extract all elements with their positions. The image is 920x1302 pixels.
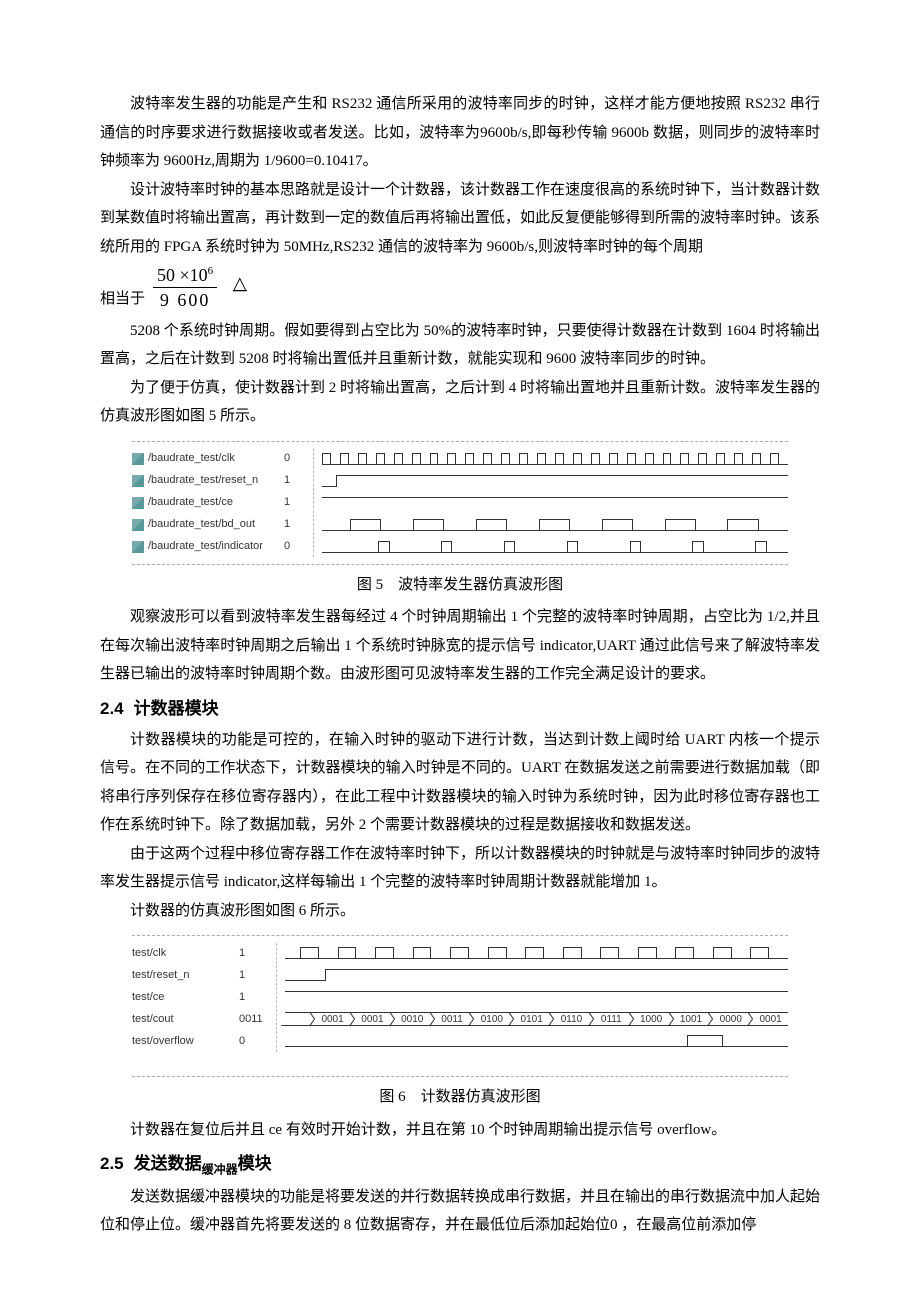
wave-init-value: 1 <box>237 943 277 964</box>
heading-2-4: 2.4 计数器模块 <box>100 693 820 725</box>
para-5208-cycles: 5208 个系统时钟周期。假如要得到占空比为 50%的波特率时钟，只要使得计数器… <box>100 317 820 374</box>
bus-value: 0010 <box>395 1012 430 1026</box>
wave-row: /baudrate_test/clk 0 <box>132 448 788 470</box>
wave-label: /baudrate_test/clk <box>132 448 282 469</box>
heading-title-post: 模块 <box>238 1154 272 1173</box>
para-observe-wave: 观察波形可以看到波特率发生器每经过 4 个时钟周期输出 1 个完整的波特率时钟周… <box>100 603 820 689</box>
wave-signal-name: /baudrate_test/bd_out <box>148 514 255 535</box>
formula-prefix: 相当于 <box>100 285 145 314</box>
figure-5-waveform: /baudrate_test/clk 0/baudrate_test/reset_… <box>132 441 788 565</box>
wave-label: test/cout <box>132 1009 237 1030</box>
wave-label: /baudrate_test/indicator <box>132 536 282 557</box>
wave-init-value: 1 <box>282 470 314 491</box>
wave-label: test/reset_n <box>132 965 237 986</box>
bus-value: 0001 <box>315 1012 350 1026</box>
figure-6-caption: 图 6 计数器仿真波形图 <box>100 1083 820 1112</box>
para-tx-buffer: 发送数据缓冲器模块的功能是将要发送的并行数据转换成串行数据，并且在输出的串行数据… <box>100 1183 820 1240</box>
heading-title-pre: 发送数据 <box>134 1154 202 1173</box>
wave-row: test/ce 1 <box>132 986 788 1008</box>
wave-signal-name: /baudrate_test/clk <box>148 448 235 469</box>
wave-signal-name: /baudrate_test/ce <box>148 492 233 513</box>
wave-icon <box>132 475 144 487</box>
heading-number: 2.4 <box>100 699 124 718</box>
wave-label: /baudrate_test/bd_out <box>132 514 282 535</box>
wave-icon <box>132 541 144 553</box>
bus-value: 0111 <box>594 1012 629 1026</box>
wave-label: /baudrate_test/reset_n <box>132 470 282 491</box>
para-baudrate-design: 设计波特率时钟的基本思路就是设计一个计数器，该计数器工作在速度很高的系统时钟下，… <box>100 176 820 262</box>
figure-5-caption: 图 5 波特率发生器仿真波形图 <box>100 571 820 600</box>
bus-value: 0101 <box>514 1012 549 1026</box>
wave-init-value: 0011 <box>237 1009 277 1030</box>
heading-2-5: 2.5 发送数据缓冲器模块 <box>100 1148 820 1181</box>
wave-track <box>285 966 788 984</box>
para-baudrate-intro: 波特率发生器的功能是产生和 RS232 通信所采用的波特率同步的时钟，这样才能方… <box>100 90 820 176</box>
bus-value: 0110 <box>554 1012 589 1026</box>
wave-row: test/cout 0011 0001 0001 0010 0011 0100 0101 011… <box>132 1008 788 1030</box>
wave-label: test/ce <box>132 987 237 1008</box>
wave-init-value: 1 <box>282 492 314 513</box>
wave-icon <box>132 519 144 531</box>
para-counter-clock: 由于这两个过程中移位寄存器工作在波特率时钟下，所以计数器模块的时钟就是与波特率时… <box>100 840 820 897</box>
formula-fraction: 50 ×106 9 600 △ <box>153 264 247 314</box>
wave-row: test/clk 1 <box>132 942 788 964</box>
wave-track <box>322 472 788 490</box>
wave-icon <box>132 453 144 465</box>
wave-init-value: 1 <box>237 987 277 1008</box>
formula-exponent: 6 <box>208 265 214 277</box>
wave-row: /baudrate_test/bd_out 1 <box>132 514 788 536</box>
wave-icon <box>132 497 144 509</box>
wave-bus-track: 0001 0001 0010 0011 0100 0101 0110 0111 1000 1001… <box>285 1010 788 1028</box>
para-counter-wave-ref: 计数器的仿真波形图如图 6 所示。 <box>100 897 820 926</box>
formula-block: 相当于 50 ×106 9 600 △ <box>100 264 820 314</box>
wave-label: test/overflow <box>132 1031 237 1052</box>
wave-init-value: 0 <box>237 1031 277 1052</box>
bus-value: 0000 <box>713 1012 748 1026</box>
wave-signal-name: /baudrate_test/reset_n <box>148 470 258 491</box>
bus-value: 1000 <box>634 1012 669 1026</box>
bus-value: 1001 <box>674 1012 709 1026</box>
para-counter-overflow: 计数器在复位后并且 ce 有效时开始计数，并且在第 10 个时钟周期输出提示信号… <box>100 1116 820 1145</box>
bus-value: 0100 <box>474 1012 509 1026</box>
heading-subscript: 缓冲器 <box>202 1163 238 1177</box>
wave-track <box>285 944 788 962</box>
heading-number: 2.5 <box>100 1154 124 1173</box>
wave-track <box>285 1032 788 1050</box>
wave-init-value: 0 <box>282 448 314 469</box>
wave-signal-name: test/cout <box>132 1009 174 1030</box>
formula-denominator: 9 600 <box>153 288 217 313</box>
heading-title: 计数器模块 <box>134 699 219 718</box>
wave-row: test/reset_n 1 <box>132 964 788 986</box>
wave-init-value: 1 <box>282 514 314 535</box>
wave-track <box>322 494 788 512</box>
bus-value <box>285 1012 310 1026</box>
wave-label: test/clk <box>132 943 237 964</box>
wave-signal-name: test/ce <box>132 987 164 1008</box>
figure-6-waveform: test/clk 1 test/reset_n 1 test/ce 1 test/cout 0… <box>132 935 788 1077</box>
wave-track <box>285 988 788 1006</box>
wave-row: /baudrate_test/ce 1 <box>132 492 788 514</box>
formula-numerator: 50 ×10 <box>157 265 208 285</box>
wave-track <box>322 538 788 556</box>
bus-value: 0011 <box>435 1012 470 1026</box>
wave-signal-name: test/reset_n <box>132 965 189 986</box>
para-sim-setup: 为了便于仿真，使计数器计到 2 时将输出置高，之后计到 4 时将输出置地并且重新… <box>100 374 820 431</box>
delta-symbol: △ <box>233 266 247 300</box>
wave-row: /baudrate_test/indicator 0 <box>132 536 788 558</box>
wave-track <box>322 450 788 468</box>
wave-label: /baudrate_test/ce <box>132 492 282 513</box>
wave-row: test/overflow 0 <box>132 1030 788 1052</box>
wave-signal-name: test/overflow <box>132 1031 194 1052</box>
bus-value: 0001 <box>753 1012 788 1026</box>
para-counter-func: 计数器模块的功能是可控的，在输入时钟的驱动下进行计数，当达到计数上阈时给 UAR… <box>100 726 820 840</box>
wave-signal-name: /baudrate_test/indicator <box>148 536 263 557</box>
wave-signal-name: test/clk <box>132 943 166 964</box>
wave-init-value: 1 <box>237 965 277 986</box>
wave-row: /baudrate_test/reset_n 1 <box>132 470 788 492</box>
wave-track <box>322 516 788 534</box>
wave-init-value: 0 <box>282 536 314 557</box>
bus-value: 0001 <box>355 1012 390 1026</box>
